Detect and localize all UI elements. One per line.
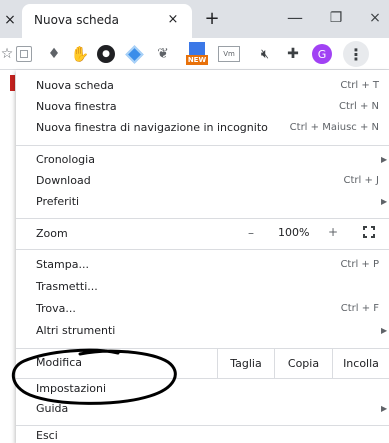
submenu-arrow-icon: ▶ [381,155,388,164]
new-badge-icon[interactable]: NEW [186,42,208,66]
new-tab-button[interactable]: + [200,8,224,32]
menu-item-label: Nuova scheda [36,79,114,92]
menu-separator [16,145,389,146]
menu-item-label: Stampa... [36,258,89,271]
tab-title: Nuova scheda [34,13,120,27]
menu-item-shortcut: Ctrl + J [343,175,379,186]
chrome-main-menu: Nuova scheda Ctrl + T Nuova finestra Ctr… [16,70,389,443]
thumbs-up-icon[interactable]: ✋ [70,44,90,64]
menu-item-shortcut: Ctrl + T [340,80,379,91]
edit-row: Modifica Taglia Copia Incolla [16,348,389,378]
menu-item-label: Esci [36,429,58,442]
menu-item-shortcut: Ctrl + F [340,303,379,314]
zoom-out-button[interactable]: – [248,226,254,240]
menu-separator [16,249,389,250]
close-icon[interactable]: × [0,8,20,32]
menu-item-find[interactable]: Trova... Ctrl + F [16,299,389,321]
frame-icon[interactable] [16,46,32,62]
tab-new-tab[interactable]: Nuova scheda × [22,4,192,38]
menu-item-label: Download [36,174,91,187]
menu-item-shortcut: Ctrl + Maiusc + N [289,122,379,133]
menu-item-label: Preferiti [36,195,80,208]
puzzle-icon[interactable]: ✚ [283,44,303,64]
menu-item-more-tools[interactable]: Altri strumenti ▶ [16,321,389,343]
menu-item-label: Trova... [36,302,76,315]
paste-button[interactable]: Incolla [332,348,389,378]
tab-strip: × Nuova scheda × + — ❐ × [0,0,389,38]
menu-item-history[interactable]: Cronologia ▶ [16,150,389,172]
more-menu-icon[interactable]: ⋮ [343,41,369,67]
avatar[interactable]: G [312,44,332,64]
round-extension-icon[interactable]: ● [97,45,115,63]
diamond-icon[interactable] [124,44,144,64]
menu-item-label: Guida [36,402,69,415]
menu-item-settings[interactable]: Impostazioni [16,378,389,400]
menu-item-label: Nuova finestra [36,100,117,113]
submenu-arrow-icon: ▶ [381,326,388,335]
copy-button[interactable]: Copia [274,348,332,378]
menu-item-exit[interactable]: Esci [16,421,389,443]
menu-item-bookmarks[interactable]: Preferiti ▶ [16,192,389,214]
menu-item-label: Altri strumenti [36,324,116,337]
mute-icon[interactable]: 🔇︎ [255,44,275,64]
video-icon[interactable]: Vm [218,46,240,62]
menu-item-new-window[interactable]: Nuova finestra Ctrl + N [16,97,389,119]
zoom-label: Zoom [36,227,68,240]
leaf-icon[interactable]: ❦ [153,44,173,64]
zoom-level: 100% [278,226,310,239]
menu-item-print[interactable]: Stampa... Ctrl + P [16,255,389,277]
paint-bucket-icon[interactable]: ♦ [44,44,64,64]
zoom-in-button[interactable]: + [328,225,338,239]
submenu-arrow-icon: ▶ [381,197,388,206]
menu-item-new-tab[interactable]: Nuova scheda Ctrl + T [16,76,389,98]
maximize-button[interactable]: ❐ [323,6,349,30]
extensions-toolbar: ☆ ♦ ✋ ● ❦ NEW Vm 🔇︎ ✚ G ⋮ [0,38,389,70]
menu-item-downloads[interactable]: Download Ctrl + J [16,171,389,193]
menu-item-label: Cronologia [36,153,95,166]
bookmark-star-icon[interactable]: ☆ [0,44,14,64]
fullscreen-icon[interactable] [363,226,375,238]
menu-item-cast[interactable]: Trasmetti... [16,277,389,299]
submenu-arrow-icon: ▶ [381,404,388,413]
menu-item-label: Impostazioni [36,382,107,395]
menu-item-shortcut: Ctrl + P [340,259,379,270]
menu-item-help[interactable]: Guida ▶ [16,399,389,421]
menu-item-incognito[interactable]: Nuova finestra di navigazione in incogni… [16,118,389,140]
page-content-fragment [10,75,15,91]
new-badge-label: NEW [186,55,208,65]
edit-label: Modifica [36,356,82,369]
cut-button[interactable]: Taglia [217,348,274,378]
minimize-button[interactable]: — [282,6,308,30]
menu-item-label: Trasmetti... [36,280,98,293]
menu-item-shortcut: Ctrl + N [338,101,379,112]
menu-item-label: Nuova finestra di navigazione in incogni… [36,121,268,134]
zoom-row: Zoom – 100% + [16,219,389,249]
window-close-button[interactable]: × [362,6,388,30]
tab-close-icon[interactable]: × [164,11,182,29]
